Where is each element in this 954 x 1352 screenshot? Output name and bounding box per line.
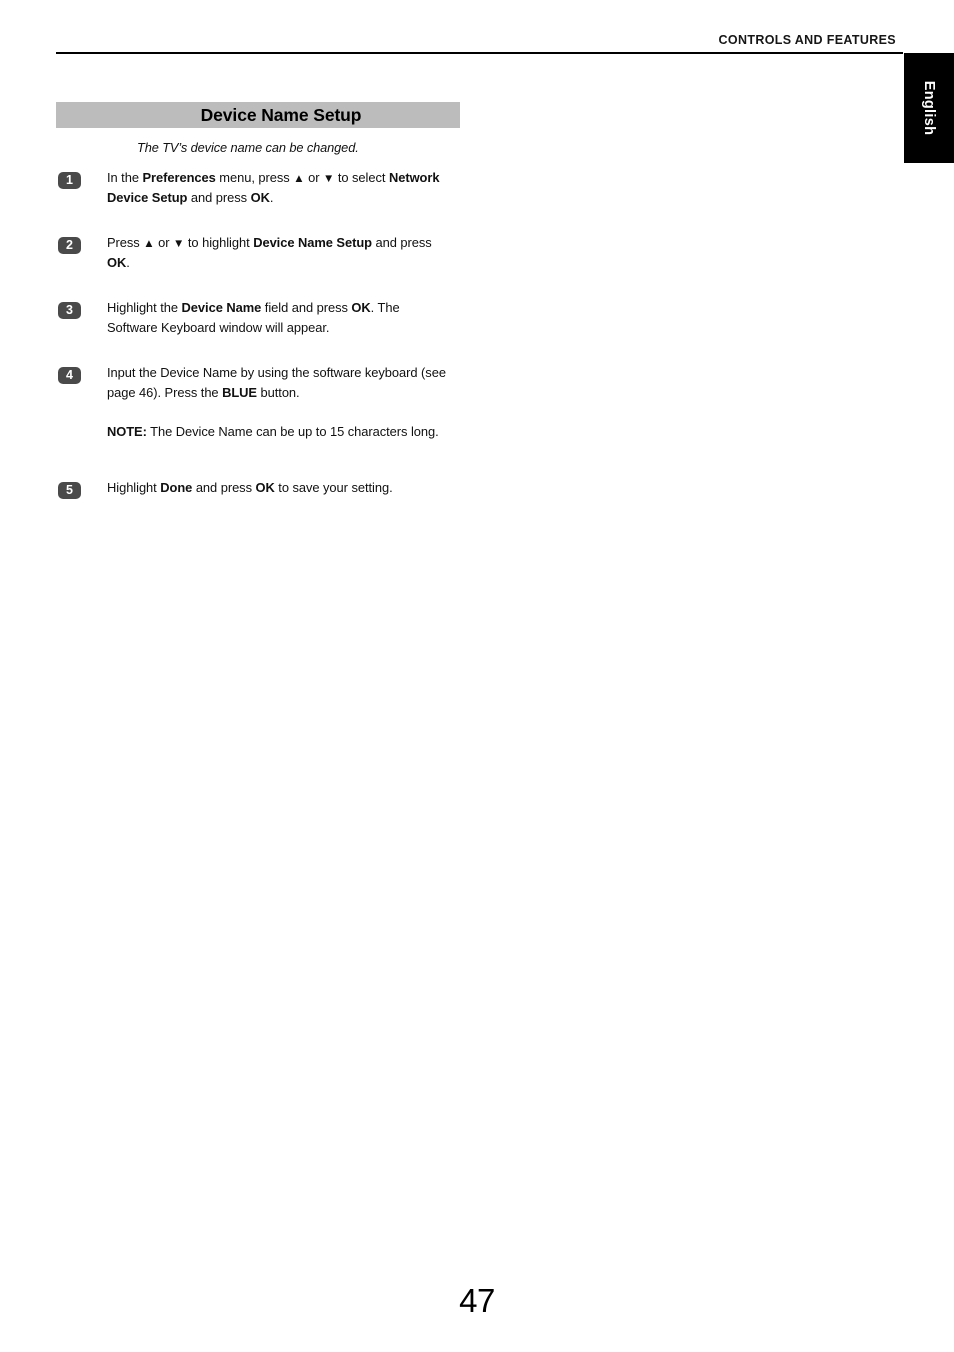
body-text: to save your setting. — [274, 480, 393, 495]
body-text: and press — [372, 235, 432, 250]
down-arrow-icon: ▼ — [173, 238, 185, 250]
step-text: Press ▲ or ▼ to highlight Device Name Se… — [107, 233, 453, 274]
section-subtitle: The TV’s device name can be changed. — [137, 140, 359, 155]
language-tab-label: English — [921, 80, 937, 136]
section-title-bar: Device Name Setup — [56, 102, 460, 128]
page-number: 47 — [459, 1282, 495, 1319]
document-page: CONTROLS AND FEATURES English Device Nam… — [0, 0, 954, 1352]
body-text: and press — [187, 190, 251, 206]
emphasis-text: OK — [255, 480, 275, 495]
body-text: menu, press — [215, 170, 294, 185]
body-text: Highlight the — [107, 300, 182, 315]
step-number-badge: 2 — [58, 237, 81, 254]
step-number-badge: 1 — [58, 172, 81, 189]
body-text: or — [304, 170, 323, 185]
emphasis-text: OK — [250, 190, 270, 206]
emphasis-text: Preferences — [142, 170, 216, 185]
note-text: NOTE: The Device Name can be up to 15 ch… — [107, 422, 453, 442]
note-label: NOTE: — [107, 424, 147, 439]
body-text: In the — [107, 170, 143, 185]
step-number-badge: 4 — [58, 367, 81, 384]
emphasis-text: Device Name Setup — [253, 235, 372, 250]
body-text: . — [269, 190, 274, 206]
procedure-step: 4 Input the Device Name by using the soft… — [0, 363, 954, 404]
step-number-badge: 3 — [58, 302, 81, 319]
procedure-step: 2 Press ▲ or ▼ to highlight Device Name S… — [0, 233, 954, 274]
procedure-step: 3 Highlight the Device Name field and pre… — [0, 298, 954, 339]
body-text: or — [154, 235, 174, 250]
language-tab: English — [904, 53, 954, 163]
body-text: Press — [107, 235, 144, 250]
section-title: Device Name Setup — [200, 105, 362, 125]
procedure-step: 1 In the Preferences menu, press ▲ or ▼ t… — [0, 168, 954, 209]
body-text: to highlight — [184, 235, 254, 250]
body-text: Highlight — [107, 480, 161, 495]
procedure-step: 5 Highlight Done and press OK to save you… — [0, 478, 954, 499]
note-body-text: The Device Name can be up to 15 characte… — [146, 424, 439, 439]
emphasis-text: Done — [160, 480, 193, 495]
step-text: Input the Device Name by using the softw… — [107, 363, 453, 404]
running-header-title: CONTROLS AND FEATURES — [718, 33, 896, 47]
body-text: field and press — [261, 300, 352, 315]
body-text: button. — [256, 385, 300, 401]
step-text: In the Preferences menu, press ▲ or ▼ to… — [107, 168, 453, 209]
note-row: NOTE: The Device Name can be up to 15 ch… — [0, 422, 954, 442]
body-text: . — [126, 255, 130, 271]
header-divider-rule — [56, 52, 903, 54]
body-text: to select — [334, 170, 389, 185]
step-text: Highlight Done and press OK to save your… — [107, 478, 453, 498]
emphasis-text: Device Name — [181, 300, 262, 315]
body-text: and press — [192, 480, 256, 495]
step-text: Highlight the Device Name field and pres… — [107, 298, 453, 339]
step-number-badge: 5 — [58, 482, 81, 499]
emphasis-text: OK — [107, 255, 127, 271]
procedure-step-list: 1 In the Preferences menu, press ▲ or ▼ t… — [0, 168, 954, 568]
emphasis-text: BLUE — [222, 385, 257, 401]
emphasis-text: OK — [351, 300, 371, 315]
up-arrow-icon: ▲ — [293, 173, 305, 185]
up-arrow-icon: ▲ — [143, 238, 155, 250]
down-arrow-icon: ▼ — [322, 173, 335, 185]
